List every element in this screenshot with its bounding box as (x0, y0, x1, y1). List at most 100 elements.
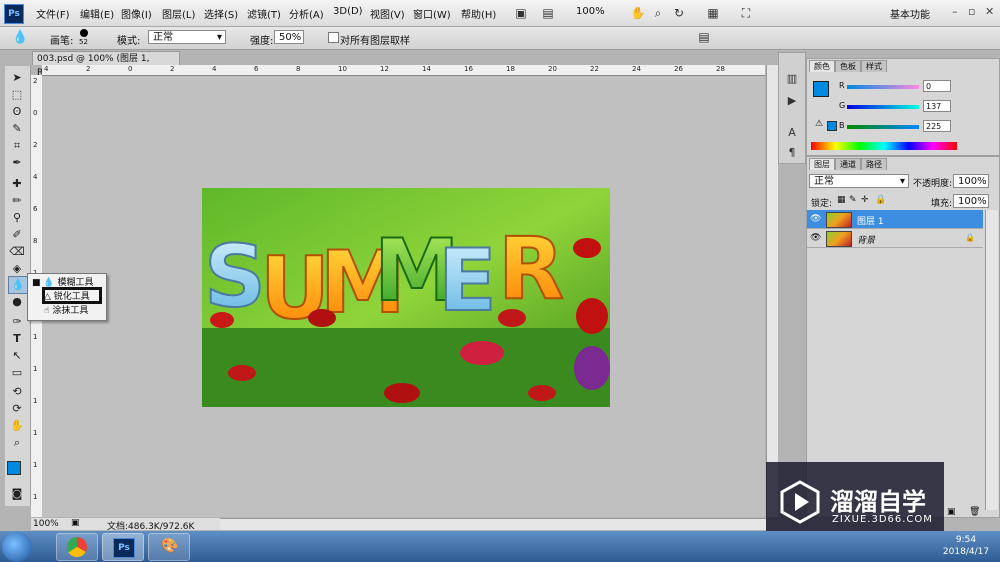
lock-pixels-icon[interactable]: ✎ (849, 195, 857, 205)
blur-tool-icon[interactable]: 💧 (8, 276, 28, 294)
shape-tool-icon[interactable]: ▭ (8, 365, 26, 381)
menu-window[interactable]: 窗口(W) (413, 6, 451, 21)
menu-image[interactable]: 图像(I) (121, 6, 152, 21)
document-tab[interactable]: 003.psd @ 100% (图层 1, RGB/8)× (32, 51, 180, 78)
tab-color[interactable]: 颜色 (809, 60, 835, 72)
history-brush-tool-icon[interactable]: ✐ (8, 227, 26, 243)
status-icon[interactable]: ▣ (71, 518, 80, 528)
minimize-icon[interactable]: – (952, 5, 958, 18)
zoom-level[interactable]: 100% (576, 6, 605, 17)
menu-select[interactable]: 选择(S) (204, 6, 238, 21)
rotate-view-icon[interactable]: ↻ (671, 5, 687, 21)
menu-3d[interactable]: 3D(D) (333, 6, 363, 17)
mode-select[interactable]: 正常 ▾ (148, 30, 226, 44)
restore-icon[interactable]: ▫ (968, 5, 975, 18)
quick-select-tool-icon[interactable]: ✎ (8, 121, 26, 137)
b-input[interactable]: 225 (923, 120, 951, 132)
zoom-icon[interactable]: ⌕ (650, 5, 666, 21)
clone-stamp-tool-icon[interactable]: ⚲ (8, 210, 26, 226)
web-color-swatch[interactable] (827, 121, 837, 131)
blur-tool-preset-icon[interactable]: 💧 (12, 30, 28, 45)
3d-rotate-tool-icon[interactable]: ⟲ (8, 384, 26, 400)
3d-orbit-tool-icon[interactable]: ⟳ (8, 401, 26, 417)
photoshop-taskbar-button[interactable]: Ps (102, 533, 144, 561)
canvas-area[interactable]: S U M M E R (42, 76, 765, 517)
tab-channels[interactable]: 通道 (835, 158, 861, 170)
pen-tool-icon[interactable]: ✑ (8, 314, 26, 330)
view-extras-icon[interactable]: ▤ (540, 5, 556, 21)
document-image[interactable]: S U M M E R (202, 188, 610, 407)
hand-tool-icon[interactable]: ✋ (8, 418, 26, 434)
paragraph-icon[interactable]: ¶ (783, 145, 801, 161)
lock-transparency-icon[interactable]: ▦ (837, 195, 846, 205)
strength-input[interactable]: 50% (274, 30, 304, 44)
lock-position-icon[interactable]: ✛ (861, 195, 869, 205)
layer-row-layer1[interactable]: 👁 图层 1 (807, 210, 983, 229)
arrange-documents-icon[interactable]: ▦ (705, 5, 721, 21)
zoom-tool-icon[interactable]: ⌕ (8, 435, 26, 451)
dodge-tool-icon[interactable]: ● (8, 294, 26, 310)
close-icon[interactable]: ✕ (985, 5, 994, 18)
status-zoom[interactable]: 100% (33, 519, 59, 529)
lock-all-icon[interactable]: 🔒 (875, 195, 886, 205)
brush-preview-icon[interactable] (80, 29, 88, 37)
foreground-color-swatch[interactable] (7, 461, 21, 475)
type-tool-icon[interactable]: T (8, 331, 26, 347)
histogram-icon[interactable]: ▥ (783, 71, 801, 87)
tab-swatches[interactable]: 色板 (835, 60, 861, 72)
g-slider[interactable] (847, 105, 919, 109)
healing-tool-icon[interactable]: ✚ (8, 176, 26, 192)
fg-color-swatch[interactable] (813, 81, 829, 97)
marquee-tool-icon[interactable]: ⬚ (8, 87, 26, 103)
menu-help[interactable]: 帮助(H) (461, 6, 496, 21)
tab-styles[interactable]: 样式 (861, 60, 887, 72)
system-clock[interactable]: 9:54 2018/4/17 (936, 534, 996, 558)
r-input[interactable]: 0 (923, 80, 951, 92)
visibility-eye-icon[interactable]: 👁 (810, 214, 821, 224)
menu-layer[interactable]: 图层(L) (162, 6, 195, 21)
menu-filter[interactable]: 滤镜(T) (247, 6, 281, 21)
delete-layer-icon[interactable]: 🗑 (969, 507, 980, 517)
brush-tool-icon[interactable]: ✏ (8, 193, 26, 209)
horizontal-scrollbar[interactable] (220, 518, 766, 530)
r-slider[interactable] (847, 85, 919, 89)
path-select-tool-icon[interactable]: ↖ (8, 348, 26, 364)
character-icon[interactable]: A (783, 125, 801, 141)
menu-analysis[interactable]: 分析(A) (289, 6, 324, 21)
sample-all-checkbox[interactable] (328, 32, 339, 43)
paint-taskbar-button[interactable]: 🎨 (148, 533, 190, 561)
move-tool-icon[interactable]: ➤ (8, 70, 26, 86)
new-layer-icon[interactable]: ▣ (947, 507, 956, 517)
screen-mode-icon[interactable]: ⛶ (738, 5, 754, 21)
crop-tool-icon[interactable]: ⌗ (8, 138, 26, 154)
actions-icon[interactable]: ▶ (783, 93, 801, 109)
eraser-tool-icon[interactable]: ⌫ (8, 244, 26, 260)
visibility-eye-icon[interactable]: 👁 (810, 233, 821, 243)
vertical-scrollbar[interactable] (766, 65, 778, 517)
menu-view[interactable]: 视图(V) (370, 6, 405, 21)
start-button[interactable] (2, 532, 32, 562)
quick-mask-icon[interactable]: ◙ (8, 486, 26, 502)
g-input[interactable]: 137 (923, 100, 951, 112)
tab-layers[interactable]: 图层 (809, 158, 835, 170)
bridge-icon[interactable]: ▣ (513, 5, 529, 21)
menu-edit[interactable]: 编辑(E) (80, 6, 114, 21)
menu-file[interactable]: 文件(F) (36, 6, 70, 21)
opacity-input[interactable]: 100% (953, 174, 989, 188)
tab-paths[interactable]: 路径 (861, 158, 887, 170)
flyout-item-smudge[interactable]: ☝ 涂抹工具 (44, 304, 88, 318)
layer-row-background[interactable]: 👁 背景 🔒 (807, 229, 983, 248)
hand-icon[interactable]: ✋ (630, 5, 646, 21)
b-slider[interactable] (847, 125, 919, 129)
paint-bucket-tool-icon[interactable]: ◈ (8, 261, 26, 277)
chrome-taskbar-button[interactable] (56, 533, 98, 561)
lasso-tool-icon[interactable]: ʘ (8, 104, 26, 120)
layers-scrollbar[interactable] (985, 210, 998, 510)
workspace-switcher[interactable]: 基本功能 (890, 6, 930, 21)
gamut-warning-icon[interactable]: ⚠ (815, 119, 823, 129)
brush-panel-icon[interactable]: ▤ (696, 29, 712, 45)
eyedropper-tool-icon[interactable]: ✒ (8, 155, 26, 171)
fill-input[interactable]: 100% (953, 194, 989, 208)
color-ramp[interactable] (811, 142, 957, 150)
blend-mode-select[interactable]: 正常 ▾ (809, 174, 909, 188)
